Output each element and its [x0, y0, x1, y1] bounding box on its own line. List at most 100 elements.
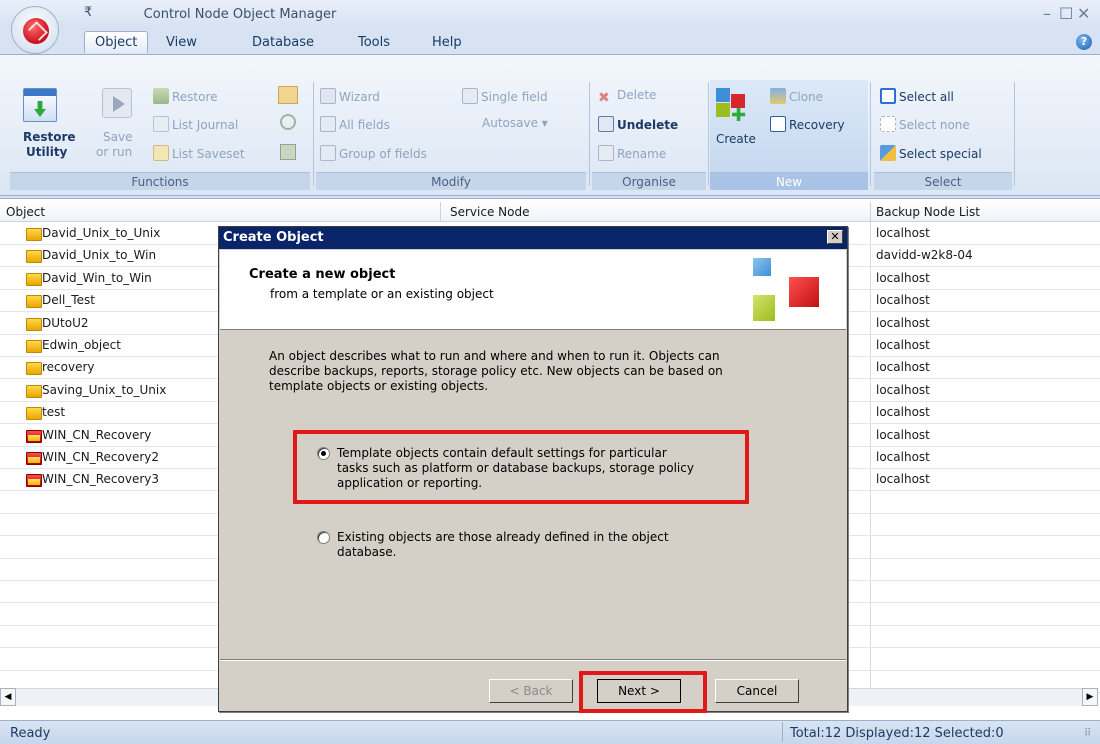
wizard-icon: [320, 88, 336, 104]
tab-help[interactable]: Help: [432, 35, 462, 50]
object-name: DUtoU2: [42, 316, 89, 330]
save-label: Save: [103, 130, 133, 144]
next-button[interactable]: Next >: [597, 679, 681, 703]
clone-button[interactable]: Clone: [770, 88, 823, 104]
folder-icon: [26, 430, 42, 443]
delete-button[interactable]: ✖ Delete: [598, 88, 656, 106]
restore-label: Restore: [172, 90, 218, 104]
backup-node: localhost: [876, 338, 930, 352]
maximize-icon[interactable]: ☐: [1059, 4, 1073, 23]
autosave-dropdown[interactable]: Autosave ▾: [482, 116, 548, 130]
divider: [708, 82, 709, 186]
all-fields-button[interactable]: All fields: [320, 116, 390, 132]
list-saveset-button[interactable]: List Saveset: [153, 145, 245, 161]
object-name: Dell_Test: [42, 293, 95, 307]
single-field-label: Single field: [481, 90, 548, 104]
help-icon[interactable]: ?: [1076, 34, 1092, 50]
export-icon[interactable]: [280, 144, 296, 160]
refresh-icon[interactable]: [280, 114, 296, 130]
group-functions-label: Functions: [10, 172, 310, 190]
backup-node: localhost: [876, 360, 930, 374]
backup-node: localhost: [876, 226, 930, 240]
note-icon[interactable]: [278, 86, 298, 104]
all-fields-icon: [320, 116, 336, 132]
undelete-button[interactable]: Undelete: [598, 116, 678, 132]
restore-button[interactable]: Restore: [153, 88, 218, 104]
object-name: WIN_CN_Recovery2: [42, 450, 160, 464]
select-none-button[interactable]: Select none: [880, 116, 970, 132]
option-template-text[interactable]: Template objects contain default setting…: [337, 446, 694, 491]
column-header-service-node[interactable]: Service Node: [450, 202, 529, 222]
backup-node: localhost: [876, 472, 930, 486]
list-journal-button[interactable]: List Journal: [153, 116, 238, 132]
select-none-label: Select none: [899, 118, 970, 132]
restore-utility-icon: [23, 88, 57, 122]
scroll-left-icon[interactable]: ◀: [0, 688, 16, 706]
app-menu-button[interactable]: [11, 6, 59, 54]
object-name: David_Unix_to_Unix: [42, 226, 161, 240]
divider: [782, 722, 783, 742]
scroll-right-icon[interactable]: ▶: [1082, 688, 1098, 706]
divider: [870, 202, 871, 222]
resize-grip-icon[interactable]: ⠿: [1084, 728, 1091, 739]
backup-node: localhost: [876, 428, 930, 442]
column-header-backup-node-list[interactable]: Backup Node List: [876, 202, 980, 222]
select-all-button[interactable]: Select all: [880, 88, 954, 104]
select-special-button[interactable]: Select special: [880, 145, 982, 161]
delete-label: Delete: [617, 88, 657, 102]
select-all-icon: [880, 88, 896, 104]
single-field-button[interactable]: Single field: [462, 88, 548, 104]
group-of-fields-label: Group of fields: [339, 147, 427, 161]
create-label: Create: [716, 132, 756, 146]
object-name: WIN_CN_Recovery: [42, 428, 152, 442]
option-existing-text[interactable]: Existing objects are those already defin…: [337, 530, 669, 560]
cancel-button[interactable]: Cancel: [715, 679, 799, 703]
select-none-icon: [880, 116, 896, 132]
backup-node: localhost: [876, 271, 930, 285]
backup-node: localhost: [876, 450, 930, 464]
object-name: WIN_CN_Recovery3: [42, 472, 160, 486]
select-special-icon: [880, 145, 896, 161]
folder-icon: [26, 340, 42, 353]
select-special-label: Select special: [899, 147, 982, 161]
list-journal-label: List Journal: [172, 118, 239, 132]
create-object-dialog: Create Object ✕ Create a new object from…: [218, 226, 848, 713]
folder-icon: [26, 273, 42, 286]
group-of-fields-button[interactable]: Group of fields: [320, 145, 427, 161]
recovery-button[interactable]: Recovery: [770, 116, 845, 132]
radio-existing-objects[interactable]: [317, 531, 330, 544]
or-run-label: or run: [96, 145, 133, 159]
recovery-label: Recovery: [789, 118, 845, 132]
create-icon: [716, 88, 730, 102]
divider: [313, 82, 314, 186]
all-fields-label: All fields: [339, 118, 390, 132]
folder-icon: [26, 452, 42, 465]
column-header-object[interactable]: Object: [6, 202, 45, 222]
backup-node: localhost: [876, 293, 930, 307]
object-name: Saving_Unix_to_Unix: [42, 383, 167, 397]
clone-label: Clone: [789, 90, 824, 104]
status-summary: Total:12 Displayed:12 Selected:0: [790, 726, 1004, 741]
radio-template-objects[interactable]: [317, 447, 330, 460]
divider: [870, 82, 871, 186]
saveset-icon: [153, 145, 169, 161]
group-new-label: New: [710, 172, 868, 190]
rename-button[interactable]: Rename: [598, 145, 666, 161]
application-window: ₹ Control Node Object Manager – ☐ ✕ Obje…: [0, 0, 1100, 744]
close-icon[interactable]: ✕: [1077, 4, 1090, 23]
tab-database[interactable]: Database: [252, 35, 314, 50]
tab-view[interactable]: View: [166, 35, 197, 50]
group-select-label: Select: [874, 172, 1012, 190]
recovery-icon: [770, 116, 786, 132]
wizard-button[interactable]: Wizard: [320, 88, 380, 104]
folder-icon: [26, 407, 42, 420]
play-icon: [102, 88, 132, 118]
delete-icon: ✖: [598, 90, 610, 106]
back-button[interactable]: < Back: [489, 679, 573, 703]
logo-tile: [753, 258, 771, 276]
minimize-icon[interactable]: –: [1043, 4, 1051, 23]
folder-icon: [26, 318, 42, 331]
dialog-close-icon[interactable]: ✕: [827, 230, 843, 244]
tab-object[interactable]: Object: [84, 31, 149, 53]
tab-tools[interactable]: Tools: [358, 35, 390, 50]
